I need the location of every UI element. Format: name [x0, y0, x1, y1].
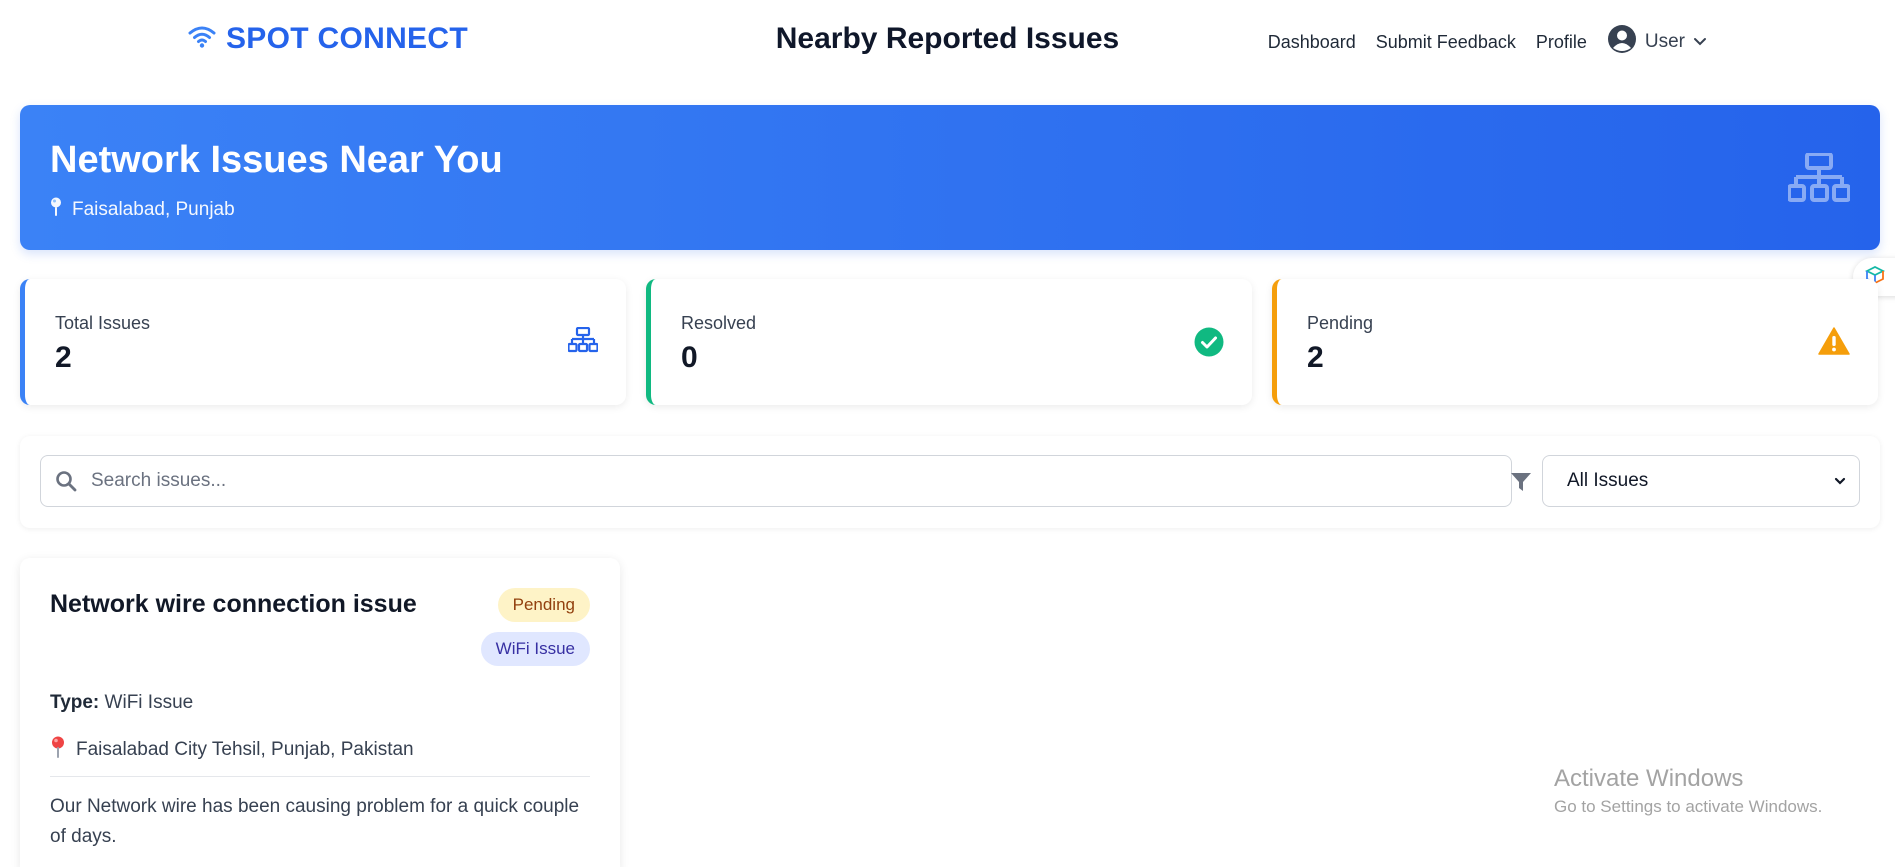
chevron-down-icon	[1693, 31, 1707, 53]
search-input[interactable]	[91, 456, 1491, 506]
hero-location: Faisalabad, Punjab	[50, 197, 235, 223]
nav-link-submit-feedback[interactable]: Submit Feedback	[1376, 32, 1516, 53]
nav-link-profile[interactable]: Profile	[1536, 32, 1587, 53]
stat-label: Pending	[1307, 313, 1374, 333]
issue-title: Network wire connection issue	[50, 590, 417, 618]
watermark-subtitle: Go to Settings to activate Windows.	[1554, 797, 1823, 816]
issue-description: Our Network wire has been causing proble…	[50, 796, 580, 847]
issue-type-label: Type:	[50, 692, 100, 713]
pushpin-icon	[50, 736, 66, 764]
windows-activation-watermark: Activate Windows Go to Settings to activ…	[1554, 765, 1822, 817]
network-icon	[1787, 152, 1851, 208]
nav-link-dashboard[interactable]: Dashboard	[1268, 32, 1356, 53]
chevron-down-icon	[1833, 472, 1847, 498]
filter-icon	[1510, 471, 1532, 498]
search-filter-bar: All Issues	[20, 436, 1880, 528]
hero-banner: Network Issues Near You Faisalabad, Punj…	[20, 105, 1880, 250]
issue-type-value: WiFi Issue	[104, 692, 194, 713]
issue-location: Faisalabad City Tehsil, Punjab, Pakistan	[50, 736, 414, 764]
category-badge: WiFi Issue	[480, 632, 590, 666]
issue-type: Type: WiFi Issue	[50, 692, 193, 714]
user-menu[interactable]: User	[1607, 24, 1707, 60]
watermark-title: Activate Windows	[1554, 765, 1744, 792]
brand-name: SPOT CONNECT	[226, 22, 468, 55]
check-circle-icon	[1194, 327, 1224, 362]
stat-value: 2	[1307, 341, 1324, 374]
stat-card-pending: Pending 2	[1272, 279, 1878, 405]
nav-links: Dashboard Submit Feedback Profile User	[1268, 24, 1707, 60]
page-title: Nearby Reported Issues	[775, 22, 1120, 55]
status-badge: Pending	[497, 588, 590, 622]
top-navbar: SPOT CONNECT Nearby Reported Issues Dash…	[0, 0, 1895, 84]
issue-filter-select[interactable]: All Issues	[1542, 455, 1860, 507]
map-pin-icon	[50, 197, 62, 223]
stat-value: 2	[55, 341, 72, 374]
issue-filter-selected-value: All Issues	[1567, 470, 1649, 491]
stat-card-resolved: Resolved 0	[646, 279, 1252, 405]
search-box	[40, 455, 1512, 507]
user-menu-label: User	[1644, 31, 1685, 52]
stat-label: Resolved	[681, 313, 757, 333]
divider	[50, 776, 590, 777]
hero-title: Network Issues Near You	[50, 139, 503, 181]
user-avatar-icon	[1607, 24, 1637, 60]
brand-logo[interactable]: SPOT CONNECT	[188, 22, 468, 56]
hero-location-text: Faisalabad, Punjab	[72, 199, 235, 220]
stat-label: Total Issues	[55, 313, 151, 333]
issue-card[interactable]: Network wire connection issue Pending Wi…	[20, 558, 620, 867]
stat-card-total-issues: Total Issues 2	[20, 279, 626, 405]
warning-icon	[1818, 327, 1850, 360]
wifi-icon	[188, 25, 216, 54]
issue-location-text: Faisalabad City Tehsil, Punjab, Pakistan	[76, 739, 414, 760]
network-icon	[567, 326, 599, 358]
search-icon	[55, 470, 77, 497]
stat-value: 0	[681, 341, 698, 374]
